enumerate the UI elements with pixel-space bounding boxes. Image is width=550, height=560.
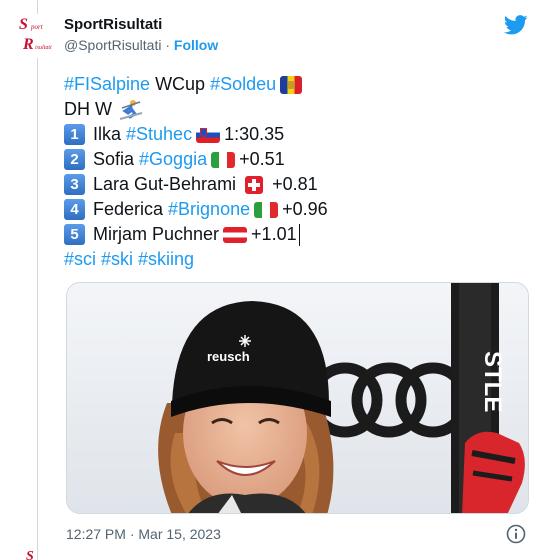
svg-text:port: port: [30, 23, 44, 31]
tweet-card[interactable]: S port R isultati SportRisultati @SportR…: [8, 6, 542, 554]
sportrisultati-logo-icon: S port R isultati: [19, 16, 52, 53]
result-row-3: 3 Lara Gut-Behrami +0.81: [64, 172, 534, 197]
svg-text:isultati: isultati: [35, 45, 52, 51]
result-row-2: 2 Sofia #Goggia +0.51: [64, 147, 534, 172]
tweet-word: WCup: [155, 74, 206, 94]
keycap-2-icon: 2: [64, 149, 85, 170]
italy-flag-icon: [211, 151, 236, 168]
athlete-first-name: Federica: [93, 199, 164, 219]
keycap-3-icon: 3: [64, 174, 85, 195]
athlete-name: Lara Gut-Behrami: [93, 174, 237, 194]
event-label: DH W: [64, 99, 112, 119]
athlete-first-name: Ilka: [93, 124, 122, 144]
hashtag-link[interactable]: #Goggia: [139, 147, 207, 172]
hashtag-link[interactable]: #Soldeu: [210, 72, 276, 97]
result-row-4: 4 Federica #Brignone +0.96: [64, 197, 534, 222]
italy-flag-icon: [254, 201, 279, 218]
hashtag-link[interactable]: #skiing: [138, 247, 194, 272]
hashtag-link[interactable]: #Brignone: [168, 197, 250, 222]
info-icon[interactable]: [506, 524, 526, 544]
tweet-line-1: #FISalpine WCup #Soldeu: [64, 72, 534, 97]
result-gap: +0.51: [239, 149, 285, 169]
result-gap: +0.96: [282, 199, 328, 219]
tweet-timestamp[interactable]: 12:27 PM · Mar 15, 2023: [66, 524, 221, 544]
smiling-skier-photo: STLE reusch: [67, 283, 528, 513]
svg-text:R: R: [22, 36, 34, 53]
next-tweet-avatar-icon: S: [26, 549, 34, 560]
result-time: 1:30.35: [224, 124, 285, 144]
skier-icon: [119, 99, 143, 120]
andorra-flag-icon: [280, 75, 303, 94]
hashtag-link[interactable]: #FISalpine: [64, 72, 150, 97]
tweet-header: SportRisultati @SportRisultati · Follow: [64, 16, 218, 54]
tweet-tags-line: #sci #ski #skiing: [64, 247, 534, 272]
tweet-photo[interactable]: STLE reusch: [66, 282, 529, 514]
svg-text:S: S: [26, 549, 34, 560]
avatar[interactable]: S port R isultati: [16, 14, 56, 58]
separator-dot: ·: [165, 37, 171, 53]
slovenia-flag-icon: [196, 126, 221, 143]
text-cursor: [298, 223, 300, 246]
switzerland-flag-icon: [245, 175, 264, 194]
keycap-4-icon: 4: [64, 199, 85, 220]
keycap-1-icon: 1: [64, 124, 85, 145]
result-row-5: 5 Mirjam Puchner +1.01: [64, 222, 534, 247]
hashtag-link[interactable]: #Stuhec: [126, 122, 192, 147]
result-gap: +1.01: [251, 224, 297, 244]
svg-text:STLE: STLE: [479, 351, 506, 412]
author-display-name[interactable]: SportRisultati: [64, 16, 218, 34]
embedded-tweet-frame: S port R isultati SportRisultati @SportR…: [0, 0, 550, 560]
author-handle-row: @SportRisultati · Follow: [64, 36, 218, 54]
athlete-name: Mirjam Puchner: [93, 224, 220, 244]
author-handle[interactable]: @SportRisultati: [64, 37, 161, 53]
svg-text:reusch: reusch: [207, 349, 250, 364]
result-gap: +0.81: [272, 174, 318, 194]
result-row-1: 1 Ilka #Stuhec 1:30.35: [64, 122, 534, 147]
tweet-text: #FISalpine WCup #Soldeu DH W 1 Ilka #Stu…: [64, 72, 534, 272]
keycap-5-icon: 5: [64, 224, 85, 245]
twitter-bird-icon[interactable]: [504, 14, 528, 36]
tweet-line-2: DH W: [64, 97, 534, 122]
austria-flag-icon: [223, 226, 248, 243]
follow-button[interactable]: Follow: [174, 37, 218, 53]
svg-text:S: S: [19, 16, 28, 33]
hashtag-link[interactable]: #ski: [101, 247, 133, 272]
athlete-first-name: Sofia: [93, 149, 135, 169]
hashtag-link[interactable]: #sci: [64, 247, 96, 272]
